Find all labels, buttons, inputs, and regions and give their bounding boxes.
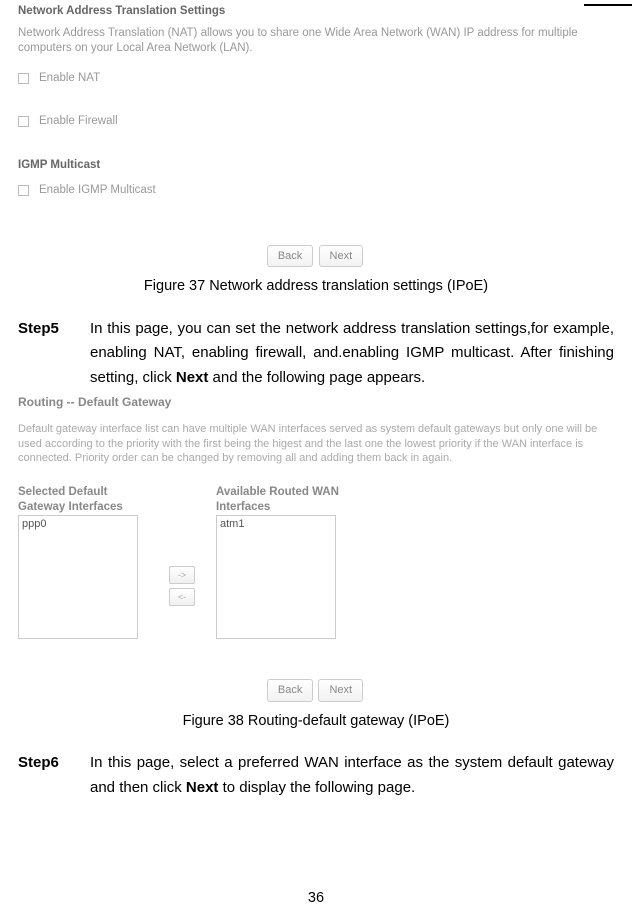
nat-panel-title: Network Address Translation Settings xyxy=(18,4,612,20)
enable-firewall-checkbox[interactable] xyxy=(18,116,29,127)
page-number: 36 xyxy=(0,887,632,910)
routing-panel-title: Routing -- Default Gateway xyxy=(18,395,612,411)
step5-text-b: and the following page appears. xyxy=(208,369,425,386)
enable-igmp-checkbox[interactable] xyxy=(18,185,29,196)
step5-row: Step5 In this page, you can set the netw… xyxy=(18,317,614,391)
routing-button-row: Back Next xyxy=(18,679,612,701)
available-wan-heading: Available Routed WAN Interfaces xyxy=(216,485,346,515)
back-button[interactable]: Back xyxy=(267,245,313,268)
figure-37-caption: Figure 37 Network address translation se… xyxy=(18,275,614,298)
selected-gateway-listbox[interactable]: ppp0 xyxy=(18,515,138,639)
figure-38-caption: Figure 38 Routing-default gateway (IPoE) xyxy=(18,710,614,733)
enable-igmp-label: Enable IGMP Multicast xyxy=(39,183,156,199)
move-left-button[interactable]: <- xyxy=(169,588,195,606)
step5-label: Step5 xyxy=(18,317,90,391)
step5-text: In this page, you can set the network ad… xyxy=(90,317,614,391)
back-button[interactable]: Back xyxy=(267,679,313,701)
step6-label: Step6 xyxy=(18,751,90,801)
header-rule xyxy=(584,4,632,6)
routing-gateway-figure: Routing -- Default Gateway Default gatew… xyxy=(18,395,612,702)
step6-text-b: to display the following page. xyxy=(218,779,415,796)
nat-button-row: Back Next xyxy=(18,245,612,268)
enable-nat-checkbox[interactable] xyxy=(18,73,29,84)
selected-gateway-heading: Selected Default Gateway Interfaces xyxy=(18,485,148,515)
move-right-button[interactable]: -> xyxy=(169,566,195,584)
step6-next-bold: Next xyxy=(186,779,219,796)
next-button[interactable]: Next xyxy=(319,245,364,268)
igmp-multicast-heading: IGMP Multicast xyxy=(18,158,612,174)
enable-nat-label: Enable NAT xyxy=(39,71,100,87)
step6-text: In this page, select a preferred WAN int… xyxy=(90,751,614,801)
nat-panel-desc: Network Address Translation (NAT) allows… xyxy=(18,26,612,57)
nat-settings-figure: Network Address Translation Settings Net… xyxy=(18,4,612,267)
move-buttons: -> <- xyxy=(148,515,216,639)
routing-panel-desc: Default gateway interface list can have … xyxy=(18,422,612,465)
interface-columns: Selected Default Gateway Interfaces ppp0… xyxy=(18,485,612,639)
enable-firewall-row: Enable Firewall xyxy=(18,114,612,130)
next-button[interactable]: Next xyxy=(318,679,363,701)
enable-firewall-label: Enable Firewall xyxy=(39,114,118,130)
step5-next-bold: Next xyxy=(176,369,209,386)
available-wan-listbox[interactable]: atm1 xyxy=(216,515,336,639)
enable-igmp-row: Enable IGMP Multicast xyxy=(18,183,612,199)
step6-row: Step6 In this page, select a preferred W… xyxy=(18,751,614,801)
enable-nat-row: Enable NAT xyxy=(18,71,612,87)
